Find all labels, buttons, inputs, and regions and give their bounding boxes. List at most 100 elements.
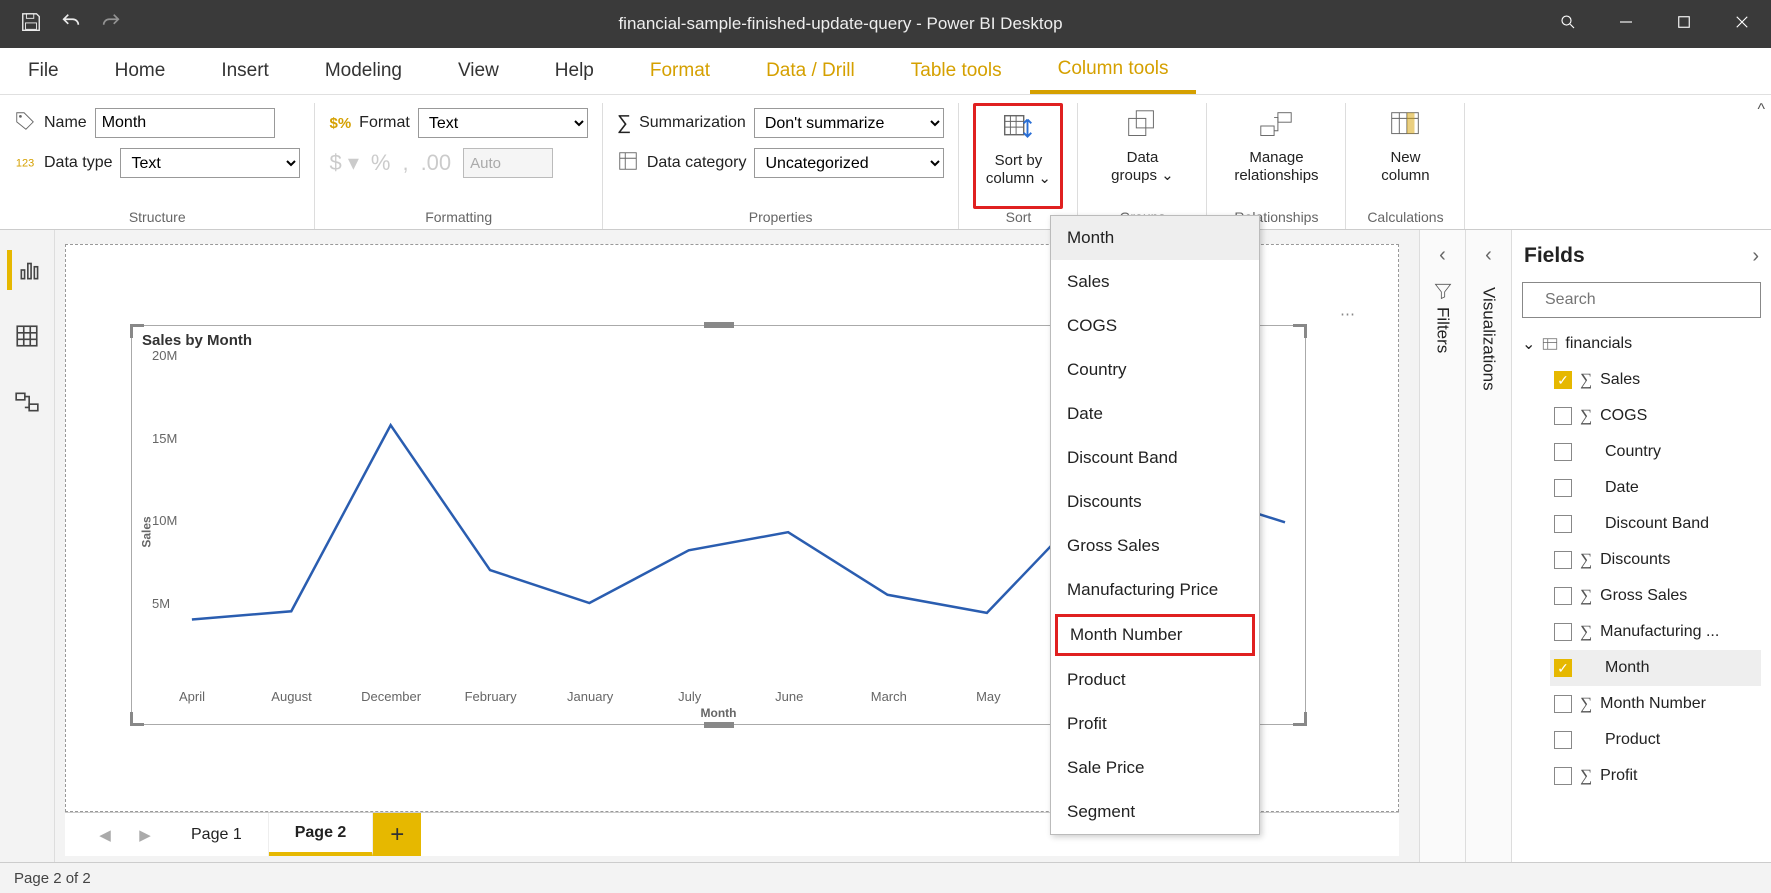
field-month[interactable]: ✓Month	[1550, 650, 1761, 686]
sort-option-month[interactable]: Month	[1051, 216, 1259, 260]
table-name: financials	[1565, 335, 1632, 353]
sort-option-segment[interactable]: Segment	[1051, 790, 1259, 834]
filters-pane-collapsed[interactable]: ‹ Filters	[1419, 230, 1465, 862]
close-icon[interactable]	[1733, 13, 1751, 35]
tab-home[interactable]: Home	[87, 48, 194, 94]
status-bar: Page 2 of 2	[0, 862, 1771, 893]
manage-relationships-button[interactable]: Managerelationships	[1221, 103, 1331, 209]
chevron-down-icon: ⌄	[1522, 334, 1535, 354]
visualizations-pane-collapsed[interactable]: ‹ Visualizations	[1465, 230, 1511, 862]
percent-icon: %	[371, 150, 391, 176]
field-gross-sales[interactable]: ∑Gross Sales	[1550, 578, 1761, 614]
fields-search-input[interactable]	[1539, 285, 1758, 315]
expand-filters-icon[interactable]: ‹	[1439, 244, 1446, 267]
search-icon[interactable]	[1559, 13, 1577, 35]
visual-menu-icon[interactable]: ⋯	[1340, 305, 1358, 323]
checkbox-icon[interactable]	[1554, 551, 1572, 569]
table-toggle[interactable]: ⌄ financials	[1522, 334, 1761, 354]
filter-icon	[1433, 281, 1453, 301]
checkbox-icon[interactable]	[1554, 407, 1572, 425]
sort-option-discount-band[interactable]: Discount Band	[1051, 436, 1259, 480]
expand-fields-icon[interactable]: ›	[1752, 245, 1759, 268]
save-icon[interactable]	[20, 11, 42, 37]
checkbox-icon[interactable]	[1554, 479, 1572, 497]
sort-option-country[interactable]: Country	[1051, 348, 1259, 392]
model-view-button[interactable]	[7, 382, 47, 422]
checkbox-icon[interactable]	[1554, 623, 1572, 641]
page-tab-1[interactable]: Page 1	[165, 813, 269, 856]
field-country[interactable]: Country	[1550, 434, 1761, 470]
sort-option-date[interactable]: Date	[1051, 392, 1259, 436]
field-label: Date	[1605, 479, 1639, 497]
minimize-icon[interactable]	[1617, 13, 1635, 35]
tab-column-tools[interactable]: Column tools	[1030, 48, 1197, 94]
format-label: Format	[359, 114, 410, 132]
field-label: Profit	[1600, 767, 1637, 785]
add-page-button[interactable]: +	[373, 813, 421, 856]
tab-view[interactable]: View	[430, 48, 527, 94]
sort-option-gross-sales[interactable]: Gross Sales	[1051, 524, 1259, 568]
sort-option-manufacturing-price[interactable]: Manufacturing Price	[1051, 568, 1259, 612]
datacategory-select[interactable]: Uncategorized	[754, 148, 944, 178]
field-label: Discount Band	[1605, 515, 1709, 533]
tab-insert[interactable]: Insert	[193, 48, 297, 94]
tab-table-tools[interactable]: Table tools	[883, 48, 1030, 94]
checkbox-icon[interactable]	[1554, 587, 1572, 605]
field-discount-band[interactable]: Discount Band	[1550, 506, 1761, 542]
name-input[interactable]	[95, 108, 275, 138]
sigma-icon: ∑	[1580, 622, 1592, 642]
field-sales[interactable]: ✓∑Sales	[1550, 362, 1761, 398]
data-groups-button[interactable]: Datagroups ⌄	[1092, 103, 1192, 209]
sort-option-month-number[interactable]: Month Number	[1055, 614, 1255, 656]
sort-option-sale-price[interactable]: Sale Price	[1051, 746, 1259, 790]
checkbox-icon[interactable]: ✓	[1554, 371, 1572, 389]
checkbox-icon[interactable]	[1554, 443, 1572, 461]
field-discounts[interactable]: ∑Discounts	[1550, 542, 1761, 578]
sort-option-cogs[interactable]: COGS	[1051, 304, 1259, 348]
ribbon-collapse-icon[interactable]: ^	[1757, 101, 1765, 119]
tab-help[interactable]: Help	[527, 48, 622, 94]
sort-option-profit[interactable]: Profit	[1051, 702, 1259, 746]
sort-option-discounts[interactable]: Discounts	[1051, 480, 1259, 524]
page-next-button[interactable]: ▶	[125, 813, 165, 856]
field-product[interactable]: Product	[1550, 722, 1761, 758]
sort-option-product[interactable]: Product	[1051, 658, 1259, 702]
sort-option-sales[interactable]: Sales	[1051, 260, 1259, 304]
field-date[interactable]: Date	[1550, 470, 1761, 506]
format-select[interactable]: Text	[418, 108, 588, 138]
checkbox-icon[interactable]	[1554, 515, 1572, 533]
field-month-number[interactable]: ∑Month Number	[1550, 686, 1761, 722]
field-cogs[interactable]: ∑COGS	[1550, 398, 1761, 434]
fields-search[interactable]	[1522, 282, 1761, 318]
table-icon	[1541, 335, 1559, 353]
data-view-button[interactable]	[7, 316, 47, 356]
page-tab-2[interactable]: Page 2	[269, 813, 374, 856]
tab-data-drill[interactable]: Data / Drill	[738, 48, 883, 94]
field-profit[interactable]: ∑Profit	[1550, 758, 1761, 794]
tab-file[interactable]: File	[0, 48, 87, 94]
sigma-icon: ∑	[1580, 694, 1592, 714]
page-prev-button[interactable]: ◀	[85, 813, 125, 856]
x-tick: January	[567, 689, 613, 704]
field-label: Gross Sales	[1600, 587, 1687, 605]
window-title: financial-sample-finished-update-query -…	[122, 14, 1559, 34]
checkbox-icon[interactable]	[1554, 695, 1572, 713]
y-tick: 5M	[152, 596, 170, 611]
summarization-select[interactable]: Don't summarize	[754, 108, 944, 138]
redo-icon[interactable]	[100, 11, 122, 37]
datatype-select[interactable]: Text	[120, 148, 300, 178]
report-view-button[interactable]	[7, 250, 47, 290]
maximize-icon[interactable]	[1675, 13, 1693, 35]
undo-icon[interactable]	[60, 11, 82, 37]
sort-by-column-button[interactable]: Sort bycolumn ⌄	[973, 103, 1063, 209]
new-column-button[interactable]: Newcolumn	[1360, 103, 1450, 209]
checkbox-icon[interactable]	[1554, 767, 1572, 785]
field-manufacturing-[interactable]: ∑Manufacturing ...	[1550, 614, 1761, 650]
expand-visualizations-icon[interactable]: ‹	[1485, 244, 1492, 267]
sigma-icon: ∑	[1580, 550, 1592, 570]
checkbox-icon[interactable]: ✓	[1554, 659, 1572, 677]
tab-modeling[interactable]: Modeling	[297, 48, 430, 94]
tab-format[interactable]: Format	[622, 48, 738, 94]
view-switcher	[0, 230, 55, 862]
checkbox-icon[interactable]	[1554, 731, 1572, 749]
